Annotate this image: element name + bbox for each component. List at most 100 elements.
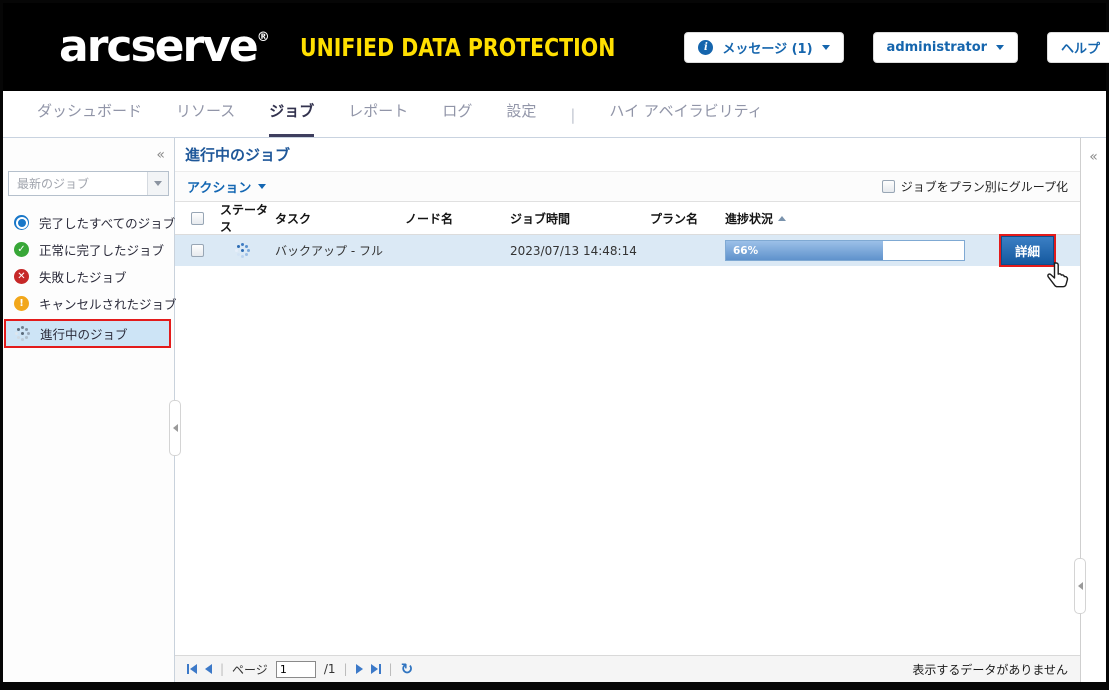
pagination-divider: | (389, 662, 393, 676)
column-header-status[interactable]: ステータス (220, 201, 275, 235)
success-icon: ✓ (14, 242, 29, 257)
right-collapsed-panel: « (1080, 138, 1106, 682)
row-job-time-cell: 2023/07/13 14:48:14 (510, 244, 650, 258)
help-button[interactable]: ヘルプ (1047, 32, 1109, 63)
logo-text: arcserve (59, 21, 257, 72)
next-page-button[interactable] (356, 664, 363, 674)
collapse-right-panel-icon[interactable]: « (1089, 150, 1098, 682)
tab-reports[interactable]: レポート (348, 100, 408, 137)
row-task-cell: バックアップ - フル (275, 242, 405, 259)
tab-settings[interactable]: 設定 (506, 100, 536, 137)
brand-logo: arcserve® UNIFIED DATA PROTECTION (59, 25, 684, 69)
jobs-sidebar: « 最新のジョブ 完了したすべてのジョブ ✓ 正常に完了したジョブ ✕ 失敗した… (3, 138, 175, 682)
row-progress-cell: 66% 詳細 (725, 234, 1080, 267)
app-header: arcserve® UNIFIED DATA PROTECTION i メッセー… (3, 3, 1106, 91)
page-number-input[interactable] (276, 661, 316, 678)
sidebar-item-label: 完了したすべてのジョブ (39, 213, 175, 232)
previous-page-button[interactable] (205, 664, 212, 674)
tab-log[interactable]: ログ (442, 100, 472, 137)
sidebar-splitter-handle[interactable] (169, 400, 181, 456)
registered-mark: ® (257, 30, 270, 45)
app-window: arcserve® UNIFIED DATA PROTECTION i メッセー… (0, 0, 1109, 690)
first-page-button[interactable] (187, 664, 197, 674)
tab-dashboard[interactable]: ダッシュボード (37, 100, 142, 137)
failed-icon: ✕ (14, 269, 29, 284)
column-header-progress-label: 進捗状況 (725, 210, 773, 227)
sidebar-item-all-completed-jobs[interactable]: 完了したすべてのジョブ (3, 209, 174, 236)
arcserve-wordmark: arcserve® (59, 25, 270, 69)
job-filter-value: 最新のジョブ (9, 175, 147, 192)
sidebar-item-jobs-in-progress[interactable]: 進行中のジョブ (4, 319, 171, 348)
collapse-left-icon (173, 424, 178, 432)
table-header-row: ステータス タスク ノード名 ジョブ時間 プラン名 進捗状況 (175, 202, 1080, 235)
sidebar-item-failed-jobs[interactable]: ✕ 失敗したジョブ (3, 263, 174, 290)
select-all-checkbox[interactable] (191, 212, 204, 225)
last-page-button[interactable] (371, 664, 381, 674)
group-by-plan-control[interactable]: ジョブをプラン別にグループ化 (882, 178, 1068, 195)
right-splitter-handle[interactable] (1074, 558, 1086, 614)
sidebar-item-label: 正常に完了したジョブ (39, 240, 164, 259)
content-area: « 最新のジョブ 完了したすべてのジョブ ✓ 正常に完了したジョブ ✕ 失敗した… (3, 138, 1106, 682)
sidebar-item-canceled-jobs[interactable]: ! キャンセルされたジョブ (3, 290, 174, 317)
row-checkbox[interactable] (191, 244, 204, 257)
group-by-plan-label: ジョブをプラン別にグループ化 (901, 178, 1068, 195)
info-icon: i (698, 40, 713, 55)
nav-divider: | (570, 106, 575, 137)
sidebar-item-label: 失敗したジョブ (39, 267, 127, 286)
table-empty-area (175, 266, 1080, 655)
page-label: ページ (232, 661, 268, 678)
pagination-divider: | (220, 662, 224, 676)
tab-high-availability[interactable]: ハイ アベイラビリティ (609, 100, 762, 137)
job-filter-list: 完了したすべてのジョブ ✓ 正常に完了したジョブ ✕ 失敗したジョブ ! キャン… (3, 209, 174, 348)
chevron-down-icon (258, 184, 266, 189)
page-title: 進行中のジョブ (175, 138, 1080, 171)
column-header-node-name[interactable]: ノード名 (405, 210, 510, 227)
all-jobs-icon (14, 215, 29, 230)
collapse-sidebar-icon[interactable]: « (156, 148, 165, 162)
messages-button[interactable]: i メッセージ (1) (684, 32, 843, 63)
messages-button-label: メッセージ (1) (722, 38, 812, 57)
page-total-label: /1 (324, 662, 336, 676)
group-by-plan-checkbox[interactable] (882, 180, 895, 193)
dropdown-arrow-button[interactable] (147, 172, 168, 195)
actions-menu-button[interactable]: アクション (187, 177, 266, 196)
action-bar: アクション ジョブをプラン別にグループ化 (175, 171, 1080, 202)
column-header-task[interactable]: タスク (275, 210, 405, 227)
column-header-progress[interactable]: 進捗状況 (725, 210, 1080, 227)
select-all-cell (175, 212, 220, 225)
no-data-message: 表示するデータがありません (912, 661, 1068, 678)
canceled-icon: ! (14, 296, 29, 311)
table-row[interactable]: バックアップ - フル 2023/07/13 14:48:14 66% 詳細 (175, 235, 1080, 266)
job-filter-dropdown[interactable]: 最新のジョブ (8, 171, 169, 196)
tab-jobs[interactable]: ジョブ (269, 100, 314, 137)
refresh-icon[interactable]: ↻ (401, 662, 414, 677)
user-menu-label: administrator (887, 40, 987, 55)
progress-bar: 66% (725, 240, 965, 261)
column-header-job-time[interactable]: ジョブ時間 (510, 210, 650, 227)
pagination-bar: | ページ /1 | | ↻ 表示するデータがありません (175, 655, 1080, 682)
sidebar-item-label: 進行中のジョブ (40, 324, 128, 343)
logo-subtitle: UNIFIED DATA PROTECTION (300, 33, 615, 62)
chevron-down-icon (996, 45, 1004, 50)
collapse-left-icon (1078, 582, 1083, 590)
help-button-label: ヘルプ (1061, 38, 1100, 57)
spinner-icon (234, 243, 250, 259)
main-nav: ダッシュボード リソース ジョブ レポート ログ 設定 | ハイ アベイラビリテ… (3, 91, 1106, 138)
row-status-cell (220, 243, 275, 259)
actions-label: アクション (187, 177, 251, 196)
sidebar-item-successful-jobs[interactable]: ✓ 正常に完了したジョブ (3, 236, 174, 263)
sort-ascending-icon (778, 216, 786, 221)
pagination-divider: | (344, 662, 348, 676)
tab-resources[interactable]: リソース (176, 100, 235, 137)
sidebar-item-label: キャンセルされたジョブ (39, 294, 177, 313)
cursor-icon (1046, 261, 1070, 289)
sidebar-top-bar: « (3, 138, 174, 171)
chevron-down-icon (154, 181, 162, 186)
user-menu-button[interactable]: administrator (873, 32, 1018, 63)
progress-percent-label: 66% (733, 245, 758, 257)
in-progress-icon (14, 326, 30, 342)
jobs-main-panel: 進行中のジョブ アクション ジョブをプラン別にグループ化 ステータス タスク ノ… (175, 138, 1080, 682)
column-header-plan-name[interactable]: プラン名 (650, 210, 725, 227)
row-select-cell (175, 244, 220, 257)
details-annotation-box: 詳細 (999, 234, 1056, 267)
